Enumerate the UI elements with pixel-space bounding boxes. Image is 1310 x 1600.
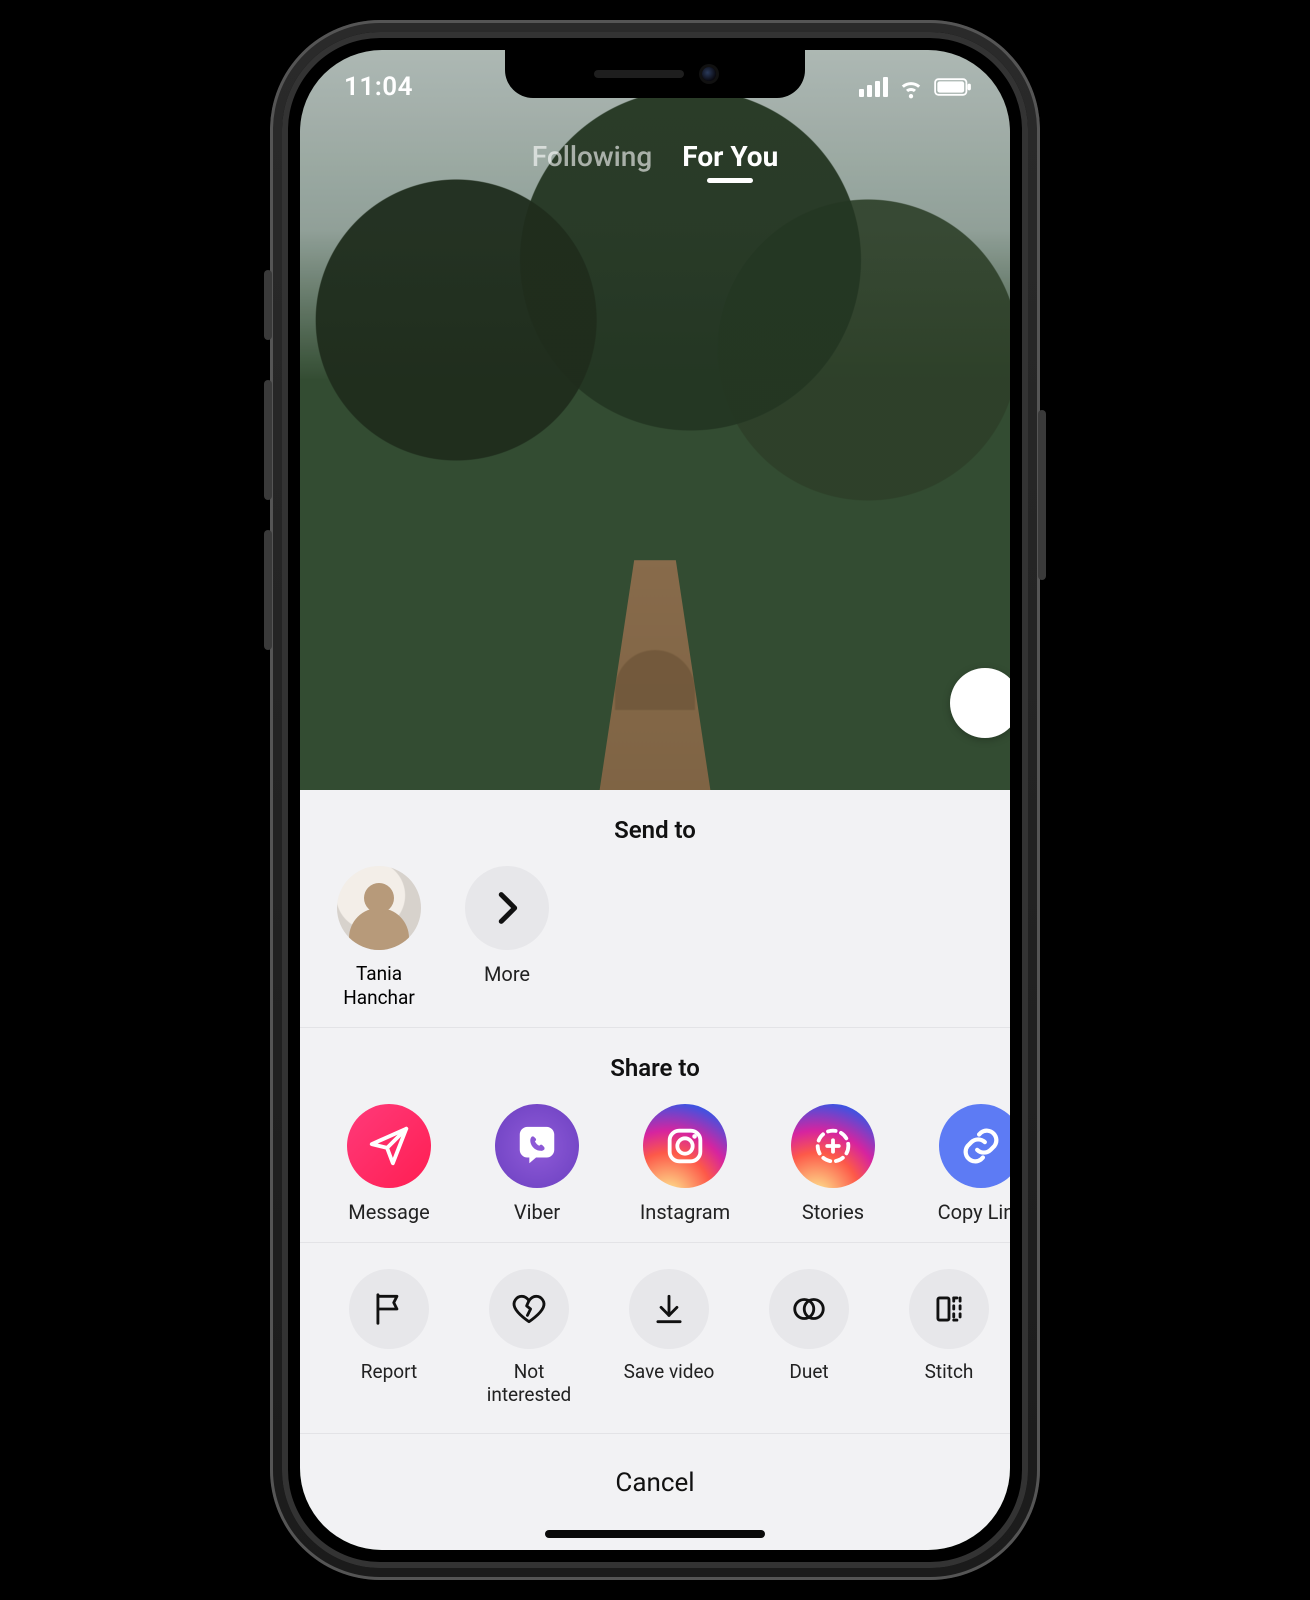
actions-row[interactable]: Report Not interested (300, 1269, 1010, 1407)
power-button (1038, 410, 1046, 580)
share-to-title: Share to (300, 1054, 1010, 1082)
duet-icon (769, 1269, 849, 1349)
contact-tania[interactable]: Tania Hanchar (334, 866, 424, 1010)
paper-plane-icon (347, 1104, 431, 1188)
action-label: Duet (789, 1361, 828, 1384)
contact-name: Tania Hanchar (334, 962, 424, 1010)
earpiece-speaker (594, 70, 684, 78)
cancel-button[interactable]: Cancel (300, 1433, 1010, 1510)
phone-frame: 11:04 (270, 20, 1040, 1580)
share-label: Stories (802, 1200, 864, 1224)
notch (505, 50, 805, 98)
flag-icon (349, 1269, 429, 1349)
share-message[interactable]: Message (334, 1104, 444, 1224)
share-apps-row[interactable]: Message Viber (300, 1104, 1010, 1224)
home-indicator[interactable] (545, 1530, 765, 1538)
avatar-icon (337, 866, 421, 950)
share-label: Instagram (640, 1200, 730, 1224)
action-label: Not interested (474, 1361, 584, 1407)
more-label: More (484, 962, 530, 986)
share-label: Viber (514, 1200, 560, 1224)
share-to-section: Share to Message (300, 1028, 1010, 1243)
action-not-interested[interactable]: Not interested (474, 1269, 584, 1407)
tab-for-you[interactable]: For You (682, 140, 778, 173)
stage: 11:04 (0, 0, 1310, 1600)
cellular-signal-icon (859, 77, 888, 97)
wifi-icon (898, 74, 924, 100)
action-save-video[interactable]: Save video (614, 1269, 724, 1407)
share-copy-link[interactable]: Copy Link (926, 1104, 1010, 1224)
battery-icon (934, 78, 972, 96)
instagram-icon (643, 1104, 727, 1188)
send-to-title: Send to (300, 816, 1010, 844)
phone-bezel: 11:04 (282, 32, 1028, 1568)
action-report[interactable]: Report (334, 1269, 444, 1407)
chevron-right-icon (465, 866, 549, 950)
action-duet[interactable]: Duet (754, 1269, 864, 1407)
volume-down-button (264, 530, 272, 650)
send-to-section: Send to Tania Hanchar More (300, 790, 1010, 1029)
send-to-row[interactable]: Tania Hanchar More (300, 866, 1010, 1010)
tab-following[interactable]: Following (532, 140, 653, 173)
share-label: Copy Link (938, 1200, 1010, 1224)
share-viber[interactable]: Viber (482, 1104, 592, 1224)
screen: 11:04 (300, 50, 1010, 1550)
broken-heart-icon (489, 1269, 569, 1349)
more-contacts-button[interactable]: More (462, 866, 552, 1010)
action-label: Stitch (925, 1361, 974, 1384)
action-stitch[interactable]: Stitch (894, 1269, 1004, 1407)
actions-section: Report Not interested (300, 1243, 1010, 1433)
share-label: Message (348, 1200, 429, 1224)
mute-switch (264, 270, 272, 340)
status-right (859, 74, 972, 100)
stitch-icon (909, 1269, 989, 1349)
download-icon (629, 1269, 709, 1349)
action-label: Save video (624, 1361, 715, 1384)
share-instagram[interactable]: Instagram (630, 1104, 740, 1224)
share-sheet: Send to Tania Hanchar More (300, 790, 1010, 1550)
volume-up-button (264, 380, 272, 500)
stories-icon (791, 1104, 875, 1188)
share-stories[interactable]: Stories (778, 1104, 888, 1224)
action-label: Report (361, 1361, 417, 1384)
link-icon (939, 1104, 1010, 1188)
front-camera (702, 67, 716, 81)
viber-icon (495, 1104, 579, 1188)
feed-tabs: Following For You (300, 140, 1010, 173)
status-time: 11:04 (344, 72, 413, 102)
